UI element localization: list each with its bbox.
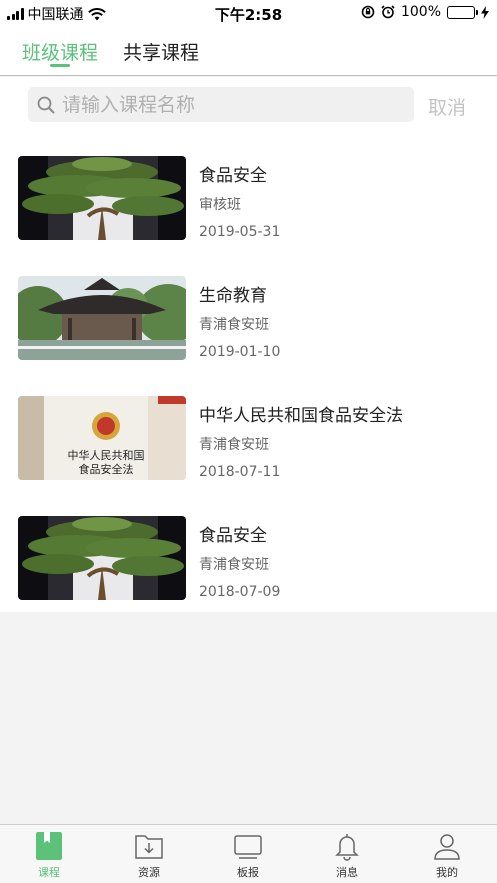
course-date: 2019-01-10 bbox=[199, 344, 281, 360]
course-class: 审核班 bbox=[199, 197, 241, 213]
course-title: 食品安全 bbox=[199, 166, 267, 186]
course-item[interactable]: 食品安全 审核班 2019-05-31 bbox=[0, 129, 497, 249]
course-thumbnail bbox=[18, 276, 186, 360]
search-box[interactable] bbox=[28, 87, 414, 122]
course-thumbnail bbox=[18, 516, 186, 600]
tab-board[interactable]: 板报 bbox=[218, 831, 278, 880]
course-class: 青浦食安班 bbox=[199, 437, 269, 453]
search-icon bbox=[37, 96, 55, 114]
search-bar: 取消 bbox=[0, 77, 497, 129]
tab-label: 消息 bbox=[336, 866, 358, 879]
bell-icon bbox=[335, 834, 359, 861]
course-item[interactable]: 生命教育 青浦食安班 2019-01-10 bbox=[0, 249, 497, 369]
course-tabs: 班级课程 共享课程 bbox=[0, 26, 497, 76]
course-class: 青浦食安班 bbox=[199, 557, 269, 573]
course-title: 生命教育 bbox=[199, 286, 267, 306]
tab-label: 课程 bbox=[38, 866, 60, 879]
tab-messages[interactable]: 消息 bbox=[317, 831, 377, 880]
law-book-cover-text: 食品安全法 bbox=[79, 462, 134, 476]
course-title: 食品安全 bbox=[199, 526, 267, 546]
orientation-lock-icon bbox=[361, 5, 375, 19]
tab-courses[interactable]: 课程 bbox=[19, 831, 79, 880]
course-date: 2019-05-31 bbox=[199, 224, 281, 240]
course-item[interactable]: 中华人民共和国 食品安全法 中华人民共和国食品安全法 青浦食安班 2018-07… bbox=[0, 369, 497, 489]
folder-download-icon bbox=[135, 835, 163, 859]
charging-icon bbox=[481, 5, 489, 19]
course-list: 食品安全 审核班 2019-05-31 生命教育 青浦食安班 2019-01-1… bbox=[0, 129, 497, 612]
bottom-tab-bar: 课程 资源 板报 消息 我的 bbox=[0, 824, 497, 883]
cancel-button[interactable]: 取消 bbox=[428, 93, 466, 120]
status-bar: 中国联通 下午2:58 100% bbox=[0, 0, 497, 26]
search-input[interactable] bbox=[62, 87, 402, 122]
course-title: 中华人民共和国食品安全法 bbox=[199, 406, 403, 426]
person-icon bbox=[434, 834, 460, 860]
course-thumbnail bbox=[18, 156, 186, 240]
tab-label: 板报 bbox=[237, 866, 259, 879]
board-icon bbox=[234, 835, 262, 859]
alarm-icon bbox=[381, 5, 395, 19]
tab-class-courses[interactable]: 班级课程 bbox=[22, 38, 98, 65]
tab-shared-courses[interactable]: 共享课程 bbox=[123, 38, 199, 65]
battery-icon bbox=[447, 5, 478, 19]
course-item[interactable]: 食品安全 青浦食安班 2018-07-09 bbox=[0, 489, 497, 609]
course-thumbnail: 中华人民共和国 食品安全法 bbox=[18, 396, 186, 480]
book-icon bbox=[36, 832, 62, 860]
tab-label: 资源 bbox=[138, 866, 160, 879]
tab-profile[interactable]: 我的 bbox=[417, 831, 477, 880]
course-date: 2018-07-09 bbox=[199, 584, 281, 600]
tab-resources[interactable]: 资源 bbox=[119, 831, 179, 880]
course-date: 2018-07-11 bbox=[199, 464, 281, 480]
law-book-cover-text: 中华人民共和国 bbox=[68, 448, 145, 462]
battery-percent: 100% bbox=[400, 4, 441, 20]
course-class: 青浦食安班 bbox=[199, 317, 269, 333]
active-tab-indicator bbox=[50, 64, 70, 67]
tab-label: 我的 bbox=[436, 866, 458, 879]
